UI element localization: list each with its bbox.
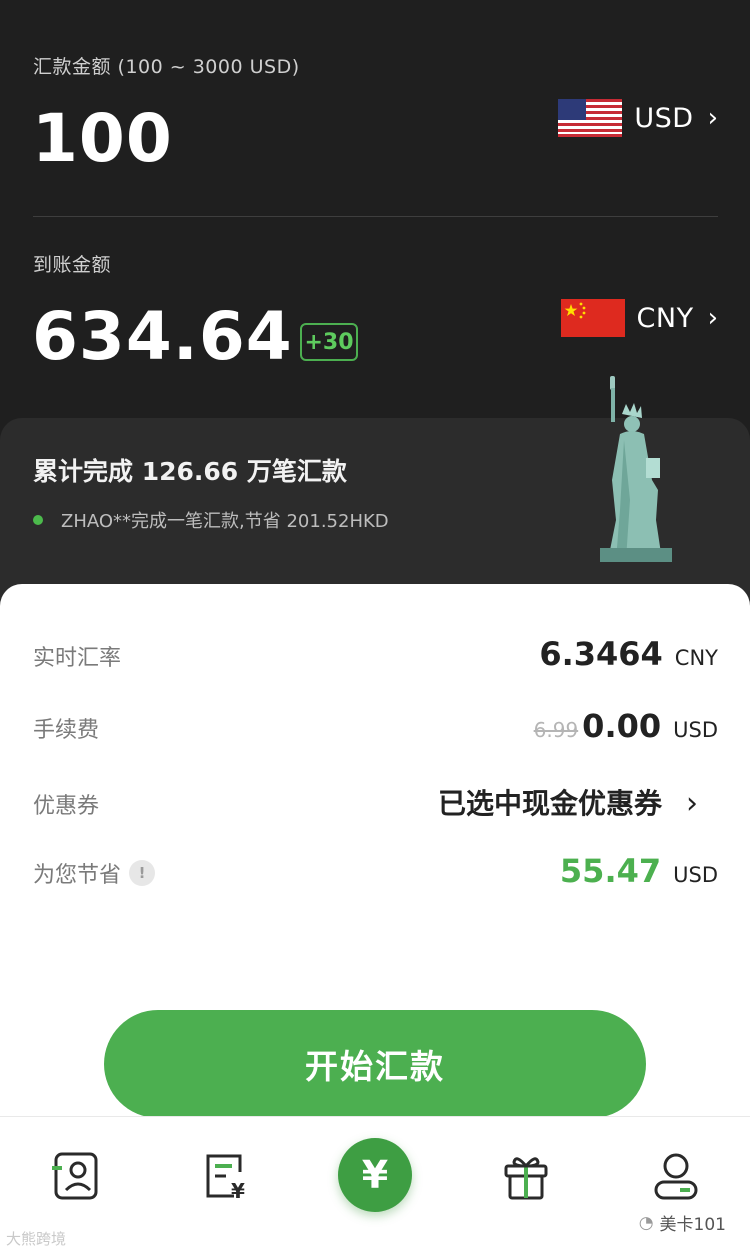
watermark-right-text: 美卡101	[659, 1215, 726, 1235]
exchange-rate-value: 6.3464	[539, 635, 663, 673]
china-flag-icon	[560, 299, 625, 337]
chevron-right-icon: ›	[707, 103, 718, 133]
chevron-right-icon: ›	[707, 303, 718, 333]
yuan-icon: ¥	[361, 1153, 389, 1197]
profile-tab-icon[interactable]	[650, 1150, 702, 1202]
info-icon[interactable]: !	[129, 860, 156, 886]
send-currency-selector[interactable]: USD ›	[558, 99, 718, 137]
converter-panel: 汇款金额 (100 ~ 3000 USD) 100 USD › 到账金额 634…	[0, 0, 750, 430]
coupon-row[interactable]: 优惠券 已选中现金优惠券 ›	[33, 782, 718, 822]
fee-unit: USD	[673, 718, 718, 742]
send-currency-code: USD	[634, 102, 694, 134]
fee-row: 手续费 6.99 0.00 USD	[33, 707, 718, 745]
wechat-icon: ◔	[638, 1212, 654, 1233]
statue-of-liberty-icon	[596, 370, 676, 566]
watermark-left: 大熊跨境	[6, 1228, 66, 1249]
promo-title: 累计完成 126.66 万笔汇款	[33, 457, 347, 486]
receive-amount-label: 到账金额	[33, 254, 112, 276]
fee-value: 0.00	[582, 707, 662, 745]
promo-ticker-text: ZHAO**完成一笔汇款,节省 201.52HKD	[61, 511, 389, 532]
coupon-value: 已选中现金优惠券	[437, 787, 662, 820]
fee-original: 6.99	[533, 718, 579, 742]
promo-ticker: ZHAO**完成一笔汇款,节省 201.52HKD	[33, 507, 389, 533]
transfer-tab-button[interactable]: ¥	[338, 1138, 412, 1212]
send-amount-label: 汇款金额 (100 ~ 3000 USD)	[33, 56, 300, 78]
exchange-rate-row: 实时汇率 6.3464 CNY	[33, 635, 718, 673]
fee-label: 手续费	[33, 718, 100, 743]
bonus-badge: +30	[300, 323, 358, 361]
savings-row: 为您节省 ! 55.47 USD	[33, 852, 718, 890]
exchange-rate-label: 实时汇率	[33, 646, 122, 671]
watermark-right: ◔ 美卡101	[638, 1210, 726, 1236]
coupon-label: 优惠券	[33, 794, 100, 819]
start-transfer-button[interactable]: 开始汇款	[104, 1010, 646, 1118]
savings-label: 为您节省	[33, 863, 122, 888]
send-amount-input[interactable]: 100	[32, 100, 173, 177]
receive-amount: 634.64	[32, 298, 293, 375]
receive-currency-code: CNY	[636, 302, 694, 334]
gifts-tab-icon[interactable]	[500, 1150, 552, 1202]
receive-currency-selector[interactable]: CNY ›	[560, 299, 718, 337]
contacts-tab-icon[interactable]	[50, 1150, 102, 1202]
records-tab-icon[interactable]: ¥	[200, 1150, 252, 1203]
chevron-right-icon: ›	[686, 786, 698, 821]
status-dot-icon	[33, 515, 43, 525]
us-flag-icon	[558, 99, 623, 137]
divider	[33, 216, 718, 217]
svg-text:¥: ¥	[231, 1179, 245, 1202]
savings-value: 55.47	[559, 852, 662, 890]
watermark-left-text: 大熊跨境	[6, 1230, 67, 1248]
savings-unit: USD	[673, 863, 718, 887]
exchange-rate-unit: CNY	[674, 646, 718, 670]
